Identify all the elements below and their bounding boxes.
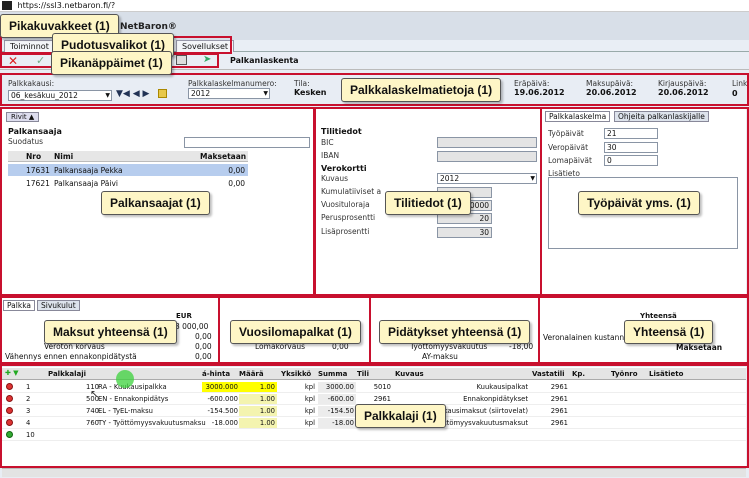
- callout-tyopaivat: Työpäivät yms. (1): [578, 191, 700, 215]
- favicon-icon: [2, 1, 12, 10]
- callout-tilitiedot: Tilitiedot (1): [385, 191, 471, 215]
- brand-logo: NetBaron®: [120, 22, 177, 32]
- callout-maksut: Maksut yhteensä (1): [44, 320, 177, 344]
- callout-pidatykset: Pidätykset yhteensä (1): [379, 320, 531, 344]
- callout-yhteensa: Yhteensä (1): [624, 320, 714, 344]
- url-text: https://ssl3.netbaron.fi/?: [17, 1, 116, 10]
- callout-vuosilomapalkat: Vuosilomapalkat (1): [230, 320, 361, 344]
- callout-palkkalaskelmatietoja: Palkkalaskelmatietoja (1): [341, 78, 502, 102]
- callout-palkkalaji: Palkkalaji (1): [355, 404, 446, 428]
- callout-palkansaajat: Palkansaajat (1): [101, 191, 210, 215]
- app-title: Palkanlaskenta: [230, 56, 299, 65]
- mouse-pointer-icon: ↖: [90, 389, 99, 400]
- callout-pikanappaimet: Pikanäppäimet (1): [51, 51, 172, 75]
- cursor-highlight-icon: [116, 370, 134, 388]
- horizontal-scrollbar[interactable]: [2, 468, 746, 477]
- browser-url-bar[interactable]: https://ssl3.netbaron.fi/?: [0, 0, 749, 12]
